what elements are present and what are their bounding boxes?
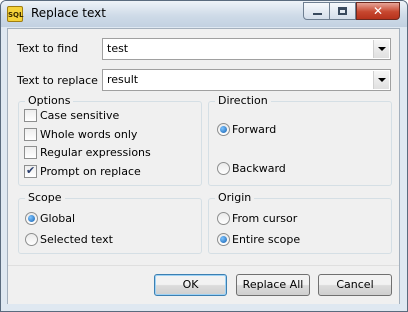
prompt-on-replace-checkbox[interactable]	[24, 164, 37, 178]
direction-group: Direction Forward Backward	[208, 95, 392, 186]
dialog-body: Text to find test Text to replace result…	[7, 28, 400, 304]
find-dropdown-icon[interactable]	[373, 40, 389, 58]
global-label[interactable]: Global	[40, 212, 75, 225]
sql-app-icon: SQL	[7, 6, 23, 22]
entire-scope-label[interactable]: Entire scope	[232, 233, 300, 246]
origin-title: Origin	[215, 192, 255, 204]
maximize-icon	[338, 7, 347, 15]
from-cursor-radio[interactable]	[217, 212, 230, 225]
direction-title: Direction	[215, 95, 271, 107]
minimize-button[interactable]	[303, 2, 330, 20]
selected-text-label[interactable]: Selected text	[40, 233, 113, 246]
selected-text-radio[interactable]	[25, 233, 38, 246]
forward-radio[interactable]	[217, 123, 230, 136]
replace-text-dialog: SQL Replace text ✕ Text to find test Tex…	[0, 0, 408, 312]
replace-dropdown-icon[interactable]	[373, 71, 389, 89]
options-group: Options Case sensitive Whole words only …	[18, 95, 202, 186]
replace-all-button[interactable]: Replace All	[236, 274, 310, 296]
find-value: test	[107, 42, 129, 55]
regex-checkbox[interactable]	[24, 146, 37, 159]
maximize-button[interactable]	[329, 2, 356, 20]
close-button[interactable]: ✕	[356, 2, 400, 20]
scope-title: Scope	[25, 192, 65, 204]
ok-button[interactable]: OK	[154, 274, 227, 296]
from-cursor-label[interactable]: From cursor	[232, 212, 297, 225]
case-sensitive-checkbox[interactable]	[24, 109, 37, 122]
backward-radio[interactable]	[217, 162, 230, 175]
prompt-on-replace-label[interactable]: Prompt on replace	[40, 165, 141, 178]
origin-group: Origin From cursor Entire scope	[208, 192, 392, 254]
title-bar[interactable]: SQL Replace text ✕	[1, 1, 407, 27]
global-radio[interactable]	[25, 212, 38, 225]
whole-words-checkbox[interactable]	[24, 128, 37, 141]
case-sensitive-label[interactable]: Case sensitive	[40, 109, 119, 122]
window-title: Replace text	[31, 6, 106, 20]
replace-value: result	[107, 73, 139, 86]
find-combo[interactable]: test	[102, 38, 391, 60]
backward-label[interactable]: Backward	[232, 162, 286, 175]
minimize-icon	[313, 13, 322, 15]
button-bar: OK Replace All Cancel	[8, 265, 399, 304]
find-label: Text to find	[17, 42, 79, 55]
forward-label[interactable]: Forward	[232, 123, 276, 136]
replace-combo[interactable]: result	[102, 69, 391, 91]
whole-words-label[interactable]: Whole words only	[40, 128, 137, 141]
options-title: Options	[25, 95, 74, 107]
close-icon: ✕	[372, 4, 384, 18]
regex-label[interactable]: Regular expressions	[40, 146, 151, 159]
replace-label: Text to replace	[17, 74, 98, 87]
scope-group: Scope Global Selected text	[18, 192, 202, 254]
cancel-button[interactable]: Cancel	[318, 274, 392, 296]
entire-scope-radio[interactable]	[217, 233, 230, 246]
